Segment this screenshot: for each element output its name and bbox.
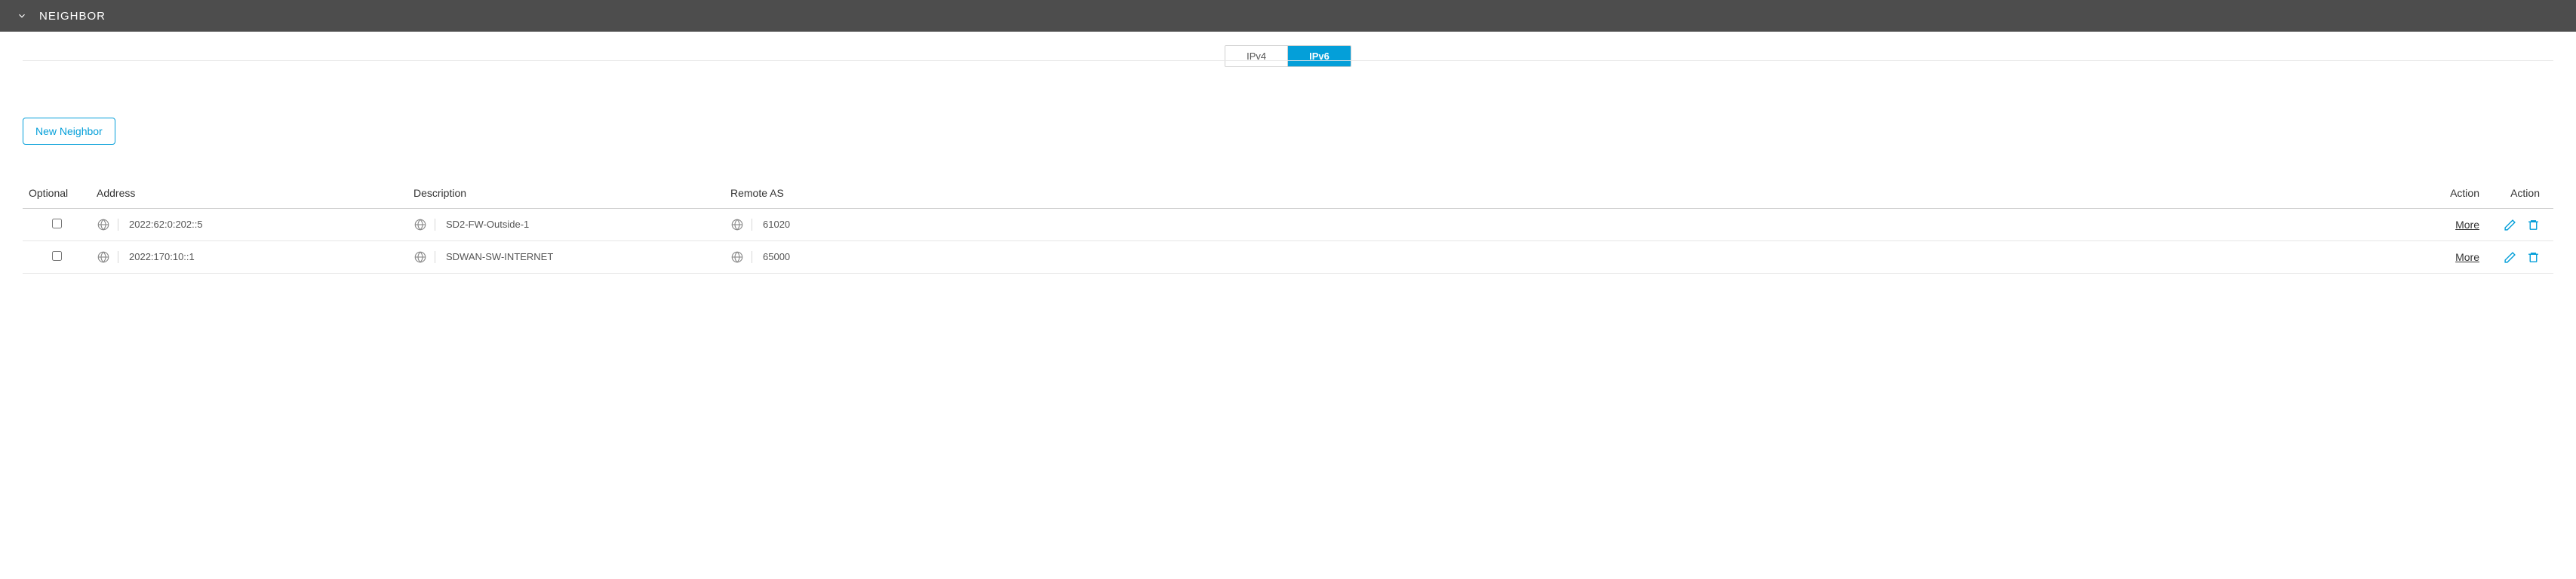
more-link[interactable]: More [2455, 219, 2479, 231]
cell-address: 2022:62:0:202::5 [118, 219, 203, 231]
protocol-tabs: IPv4 IPv6 [0, 45, 2576, 67]
globe-icon [730, 250, 744, 264]
row-optional-checkbox[interactable] [52, 251, 62, 261]
globe-icon [413, 218, 427, 231]
th-address: Address [91, 179, 407, 209]
cell-address: 2022:170:10::1 [118, 251, 195, 263]
section-title: NEIGHBOR [39, 10, 106, 23]
globe-icon [97, 250, 110, 264]
row-optional-checkbox[interactable] [52, 219, 62, 228]
globe-icon [97, 218, 110, 231]
th-description: Description [407, 179, 724, 209]
tab-ipv4[interactable]: IPv4 [1225, 46, 1287, 66]
tab-ipv6[interactable]: IPv6 [1287, 46, 1351, 66]
section-header[interactable]: NEIGHBOR [0, 0, 2576, 32]
chevron-down-icon [15, 9, 29, 23]
edit-icon[interactable] [2504, 251, 2516, 264]
globe-icon [730, 218, 744, 231]
cell-remote-as: 61020 [752, 219, 790, 231]
more-link[interactable]: More [2455, 251, 2479, 263]
edit-icon[interactable] [2504, 219, 2516, 231]
trash-icon[interactable] [2527, 251, 2540, 264]
th-action-more: Action [2425, 179, 2485, 209]
cell-remote-as: 65000 [752, 251, 790, 263]
globe-icon [413, 250, 427, 264]
th-optional: Optional [23, 179, 91, 209]
th-remote-as: Remote AS [724, 179, 2425, 209]
th-action-edit: Action [2485, 179, 2553, 209]
trash-icon[interactable] [2527, 219, 2540, 231]
neighbor-table: Optional Address Description Remote AS A… [23, 179, 2553, 274]
cell-description: SD2-FW-Outside-1 [435, 219, 529, 231]
table-row: 2022:62:0:202::5 SD2-FW-Outside-1 61020 … [23, 209, 2553, 241]
table-row: 2022:170:10::1 SDWAN-SW-INTERNET 65000 M… [23, 241, 2553, 274]
new-neighbor-button[interactable]: New Neighbor [23, 118, 115, 145]
cell-description: SDWAN-SW-INTERNET [435, 251, 553, 263]
